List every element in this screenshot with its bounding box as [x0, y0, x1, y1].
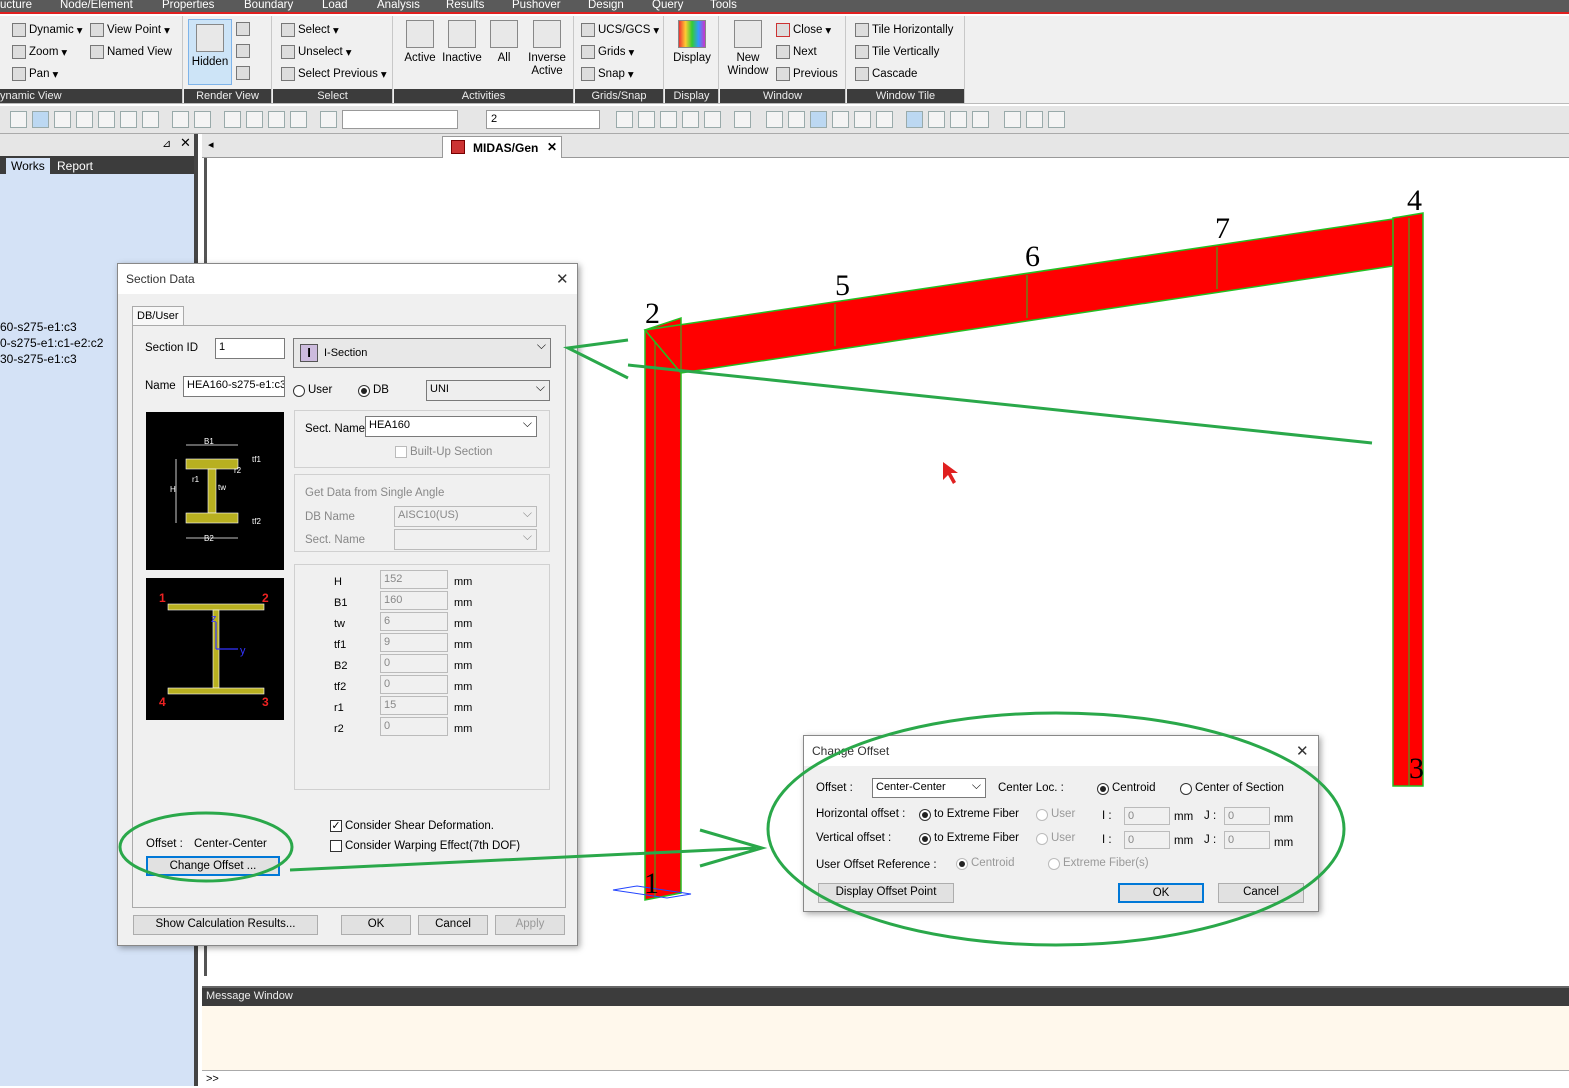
annotation-ellipse — [766, 711, 1346, 947]
annotation-arrow — [562, 338, 1373, 445]
annotation-arrow — [289, 828, 768, 872]
annotation-ellipse — [118, 811, 294, 883]
annotation-overlay — [118, 338, 1373, 947]
